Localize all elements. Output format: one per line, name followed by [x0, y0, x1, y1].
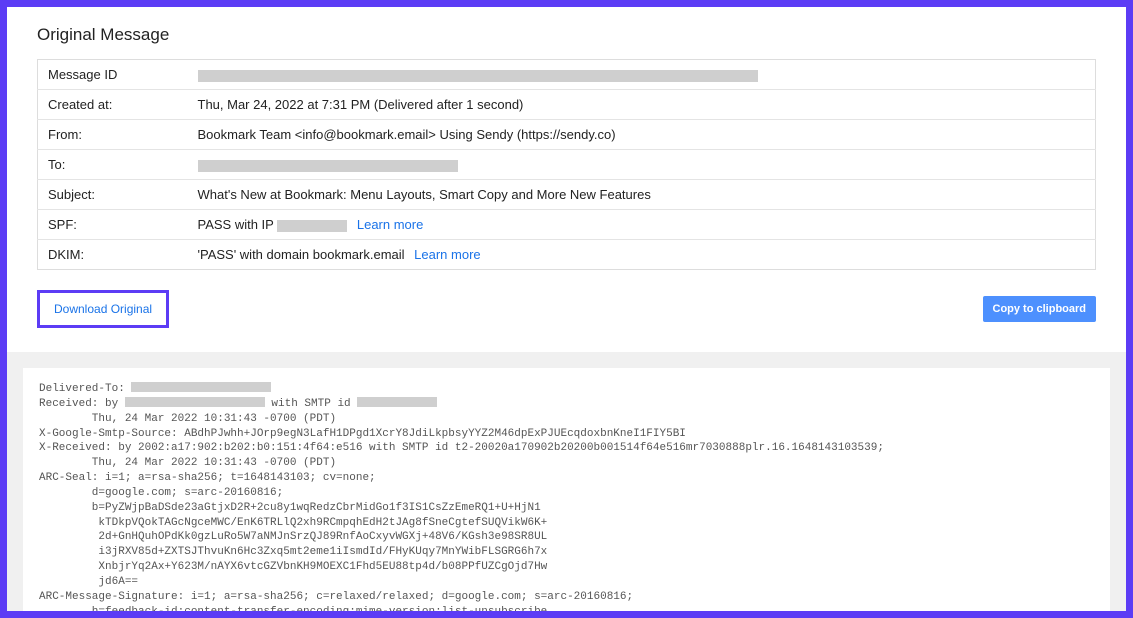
to-label: To:: [38, 150, 188, 180]
page-title: Original Message: [37, 25, 1096, 45]
download-original-button[interactable]: Download Original: [37, 290, 169, 328]
spf-value: PASS with IP Learn more: [188, 210, 1096, 240]
copy-to-clipboard-button[interactable]: Copy to clipboard: [983, 296, 1097, 322]
row-to: To:: [38, 150, 1096, 180]
row-created-at: Created at: Thu, Mar 24, 2022 at 7:31 PM…: [38, 90, 1096, 120]
spf-label: SPF:: [38, 210, 188, 240]
row-message-id: Message ID: [38, 60, 1096, 90]
redacted-message-id: [198, 70, 758, 82]
redacted-to: [198, 160, 458, 172]
message-id-label: Message ID: [38, 60, 188, 90]
from-label: From:: [38, 120, 188, 150]
created-at-value: Thu, Mar 24, 2022 at 7:31 PM (Delivered …: [188, 90, 1096, 120]
to-value: [188, 150, 1096, 180]
spf-learn-more-link[interactable]: Learn more: [357, 217, 423, 232]
dkim-text: 'PASS' with domain bookmark.email: [198, 247, 405, 262]
redacted-ip: [277, 220, 347, 232]
meta-table: Message ID Created at: Thu, Mar 24, 2022…: [37, 59, 1096, 270]
created-at-label: Created at:: [38, 90, 188, 120]
raw-headers-pre: Delivered-To: Received: by with SMTP id …: [39, 382, 1094, 611]
message-id-value: [188, 60, 1096, 90]
dkim-label: DKIM:: [38, 240, 188, 270]
raw-box: Delivered-To: Received: by with SMTP id …: [23, 368, 1110, 611]
row-spf: SPF: PASS with IP Learn more: [38, 210, 1096, 240]
from-value: Bookmark Team <info@bookmark.email> Usin…: [188, 120, 1096, 150]
row-dkim: DKIM: 'PASS' with domain bookmark.email …: [38, 240, 1096, 270]
dkim-learn-more-link[interactable]: Learn more: [414, 247, 480, 262]
subject-label: Subject:: [38, 180, 188, 210]
subject-value: What's New at Bookmark: Menu Layouts, Sm…: [188, 180, 1096, 210]
button-row: Download Original Copy to clipboard: [37, 290, 1096, 328]
spf-prefix: PASS with IP: [198, 217, 278, 232]
raw-section: Delivered-To: Received: by with SMTP id …: [7, 352, 1126, 611]
row-from: From: Bookmark Team <info@bookmark.email…: [38, 120, 1096, 150]
row-subject: Subject: What's New at Bookmark: Menu La…: [38, 180, 1096, 210]
dkim-value: 'PASS' with domain bookmark.email Learn …: [188, 240, 1096, 270]
